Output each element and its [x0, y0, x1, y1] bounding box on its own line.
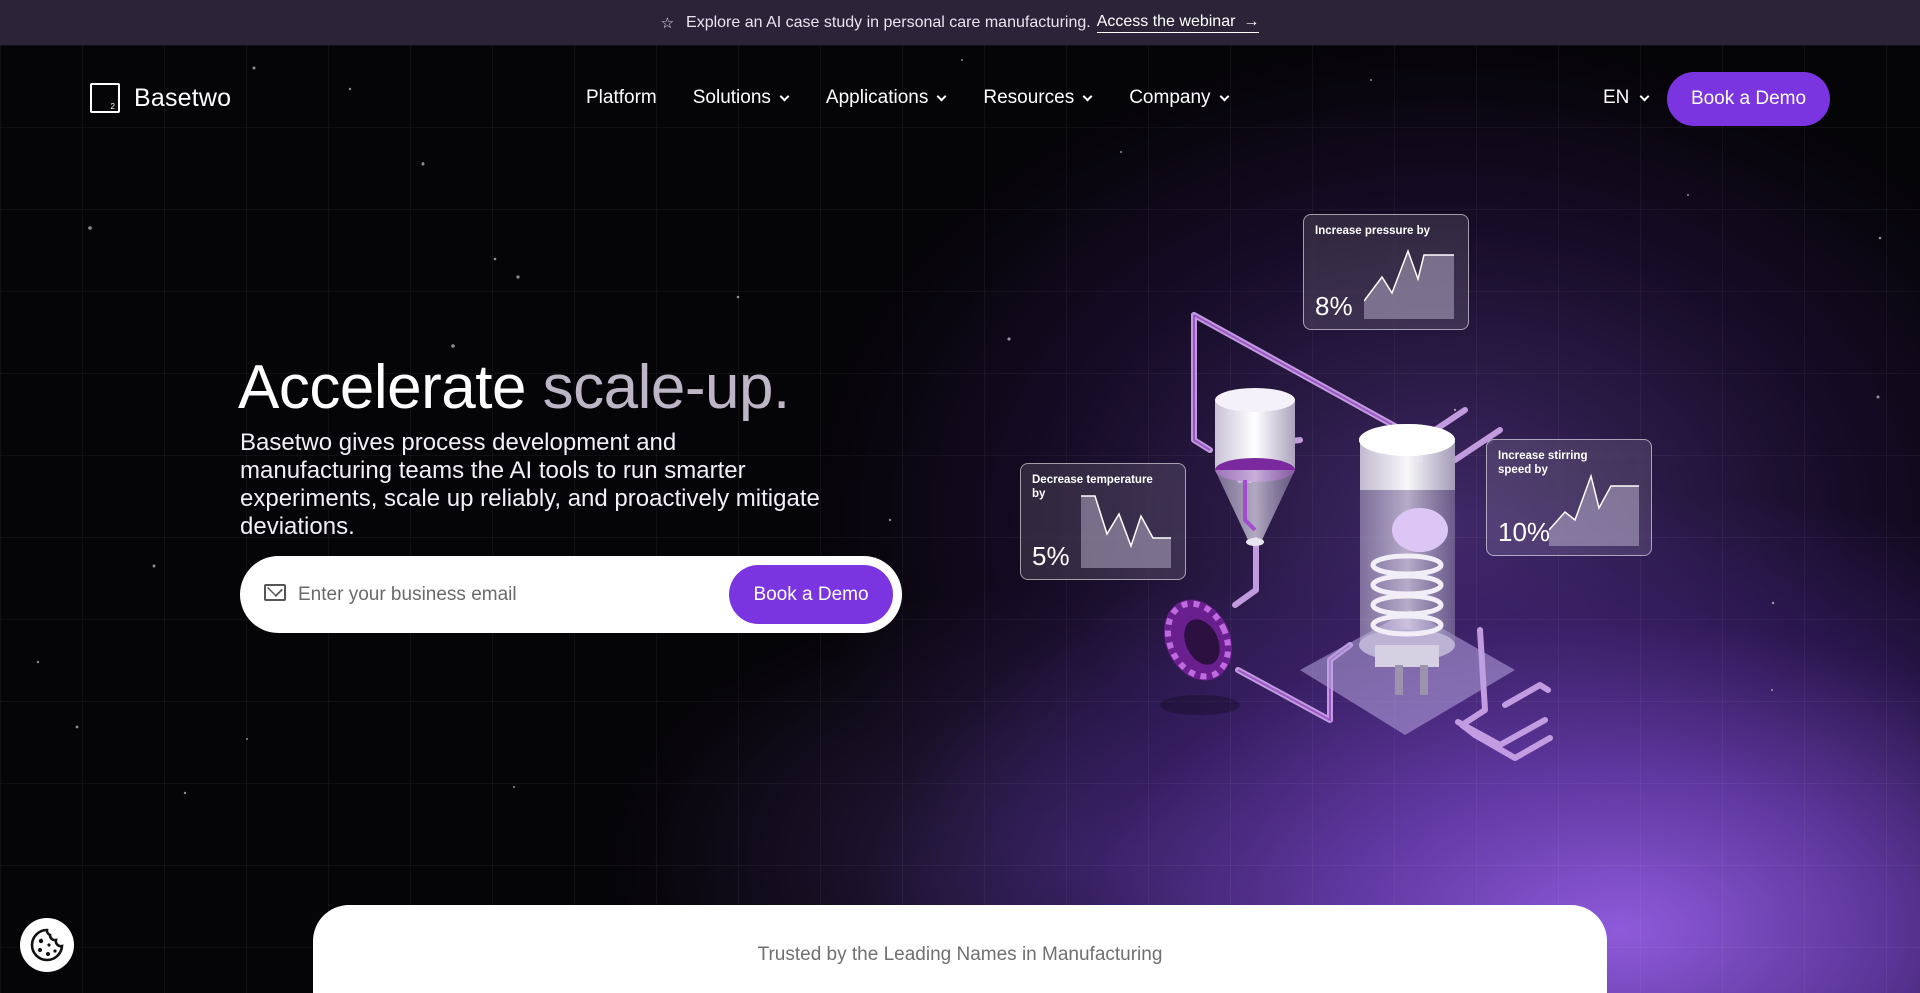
hero-title: Accelerate scale-up.	[238, 352, 790, 423]
logo-text: Basetwo	[134, 83, 232, 112]
announcement-bar: ☆ Explore an AI case study in personal c…	[0, 0, 1920, 45]
card-value: 5%	[1032, 541, 1070, 571]
hero-title-highlight: scale-up.	[542, 353, 791, 422]
nav-item-solutions[interactable]: Solutions	[692, 87, 790, 109]
nav-item-label: Platform	[586, 87, 657, 108]
star-outline-icon: ☆	[660, 14, 675, 32]
logo-subscript: 2	[110, 102, 115, 111]
nav-item-resources[interactable]: Resources	[983, 87, 1093, 109]
trusted-heading: Trusted by the Leading Names in Manufact…	[757, 944, 1163, 965]
mail-icon	[264, 584, 286, 601]
announcement-text: Explore an AI case study in personal car…	[686, 13, 1091, 31]
arrow-right-icon: →	[1243, 12, 1260, 30]
line-chart-icon	[1081, 495, 1171, 568]
stirring-card: Increase stirring speed by 10%	[1486, 439, 1652, 556]
cookie-icon	[30, 928, 64, 962]
email-signup-form: Book a Demo	[240, 556, 902, 633]
language-label: EN	[1603, 87, 1630, 108]
nav-item-platform[interactable]: Platform	[586, 87, 657, 109]
hero-title-main: Accelerate	[238, 353, 526, 422]
line-chart-icon	[1549, 473, 1639, 546]
nav-item-applications[interactable]: Applications	[825, 87, 947, 109]
card-value: 8%	[1315, 291, 1353, 321]
chevron-down-icon	[779, 91, 790, 101]
nav-item-label: Solutions	[692, 87, 771, 108]
pressure-card: Increase pressure by 8%	[1303, 214, 1469, 330]
trusted-by-section: Trusted by the Leading Names in Manufact…	[313, 905, 1607, 993]
hero-subtitle: Basetwo gives process development and ma…	[240, 429, 820, 540]
card-value: 10%	[1498, 517, 1551, 547]
nav-item-label: Resources	[983, 87, 1075, 108]
logo-mark: 2	[90, 83, 120, 113]
nav-menu: Platform Solutions Applications Resource…	[586, 87, 1229, 109]
nav-item-label: Company	[1129, 87, 1211, 108]
card-label: Increase pressure by	[1315, 225, 1431, 237]
process-illustration: Increase pressure by 8% Decrease tempera…	[1000, 200, 1680, 780]
nav-item-company[interactable]: Company	[1129, 87, 1229, 109]
chevron-down-icon	[1219, 91, 1229, 101]
nav-item-label: Applications	[825, 87, 929, 108]
cookie-settings-button[interactable]	[20, 918, 74, 972]
form-book-demo-button[interactable]: Book a Demo	[729, 565, 893, 624]
email-input[interactable]	[298, 576, 698, 614]
main-navigation: 2 Basetwo Platform Solutions Application…	[0, 45, 1920, 153]
basetwo-logo[interactable]: 2 Basetwo	[90, 83, 231, 113]
book-demo-button[interactable]: Book a Demo	[1667, 72, 1830, 126]
chevron-down-icon	[1082, 91, 1093, 101]
chevron-down-icon	[1639, 91, 1650, 101]
language-selector[interactable]: EN	[1603, 87, 1650, 109]
webinar-link-label: Access the webinar	[1096, 12, 1236, 30]
line-chart-icon	[1364, 248, 1454, 319]
webinar-link[interactable]: Access the webinar →	[1096, 12, 1260, 33]
temperature-card: Decrease temperature by 5%	[1020, 463, 1186, 580]
chevron-down-icon	[936, 91, 947, 101]
